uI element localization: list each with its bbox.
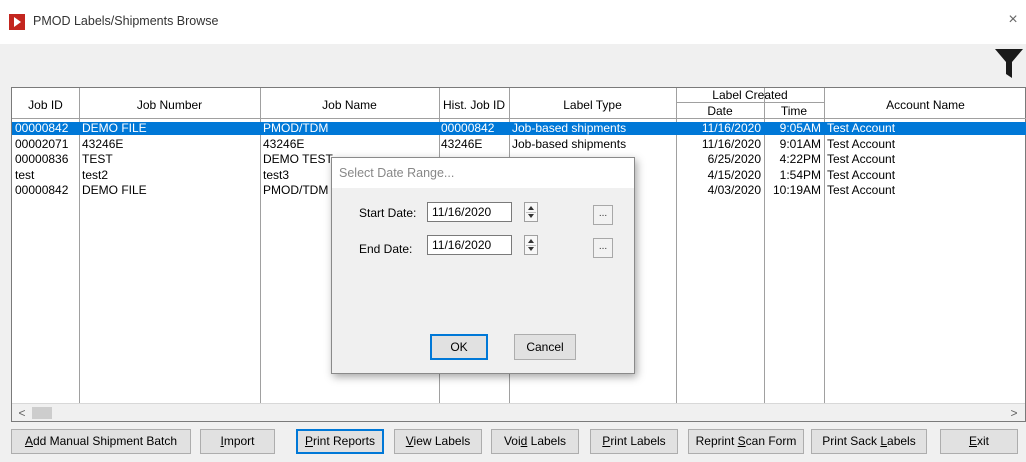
print-reports-mnemonic: P <box>304 434 313 448</box>
header-label-type[interactable]: Label Type <box>509 98 676 112</box>
print-labels-button[interactable]: Print Labels <box>590 429 678 454</box>
cell-account: Test Account <box>827 121 896 135</box>
cell-label-type: Job-based shipments <box>512 136 627 151</box>
cell-time: 9:01AM <box>779 136 821 151</box>
reprint-scan-form-button[interactable]: Reprint Scan Form <box>688 429 804 454</box>
cell-date: 4/03/2020 <box>707 183 761 197</box>
cell-job-id: test <box>15 167 35 182</box>
reprint-scan-pre: Reprint <box>695 434 738 448</box>
cell-job-id: 00000842 <box>15 121 69 135</box>
print-sack-pre: Print Sack <box>822 434 881 448</box>
pmod-app-icon <box>9 14 25 30</box>
cell-account: Test Account <box>827 167 896 182</box>
start-date-picker-button[interactable]: ... <box>593 205 613 225</box>
header-date[interactable]: Date <box>676 104 764 118</box>
print-sack-labels-button[interactable]: Print Sack Labels <box>811 429 927 454</box>
cell-job-id: 00002071 <box>15 136 69 151</box>
import-button[interactable]: Import <box>200 429 275 454</box>
cell-date: 6/25/2020 <box>707 152 761 166</box>
cell-hist-job-id: 43246E <box>441 136 483 151</box>
horizontal-scrollbar[interactable]: < > <box>12 403 1025 421</box>
reprint-scan-rest: can Form <box>745 434 797 448</box>
header-hist-job-id[interactable]: Hist. Job ID <box>439 98 509 112</box>
view-labels-rest: iew Labels <box>413 434 471 448</box>
cell-job-number: test2 <box>82 167 109 182</box>
header-job-id[interactable]: Job ID <box>12 98 79 112</box>
cell-job-number: TEST <box>82 152 113 166</box>
cell-job-number: 43246E <box>82 136 124 151</box>
header-account-name[interactable]: Account Name <box>824 98 1026 112</box>
view-labels-button[interactable]: View Labels <box>394 429 482 454</box>
print-labels-rest: rint Labels <box>610 434 666 448</box>
start-date-input[interactable]: 11/16/2020 <box>427 202 512 222</box>
cell-hist-job-id: 00000842 <box>441 121 495 135</box>
cell-date: 4/15/2020 <box>707 167 761 182</box>
end-date-label: End Date: <box>359 242 413 256</box>
cell-account: Test Account <box>827 136 896 151</box>
close-icon[interactable]: × <box>1006 11 1020 29</box>
print-reports-button[interactable]: Print Reports <box>296 429 384 454</box>
filter-icon[interactable] <box>994 45 1024 81</box>
date-range-dialog: Select Date Range... Start Date: 11/16/2… <box>331 157 635 374</box>
header-time[interactable]: Time <box>764 104 824 118</box>
scroll-thumb[interactable] <box>32 407 52 419</box>
add-manual-rest: dd Manual Shipment Batch <box>32 434 178 448</box>
exit-rest: xit <box>977 434 989 448</box>
ok-button[interactable]: OK <box>430 334 488 360</box>
cell-label-type: Job-based shipments <box>512 121 627 135</box>
cell-time: 4:22PM <box>779 152 821 166</box>
print-sack-mnemonic: L <box>880 434 888 448</box>
cell-time: 1:54PM <box>779 167 821 182</box>
header-job-name[interactable]: Job Name <box>260 98 439 112</box>
add-manual-mnemonic: A <box>24 434 33 448</box>
start-date-label: Start Date: <box>359 206 417 220</box>
cell-job-number: DEMO FILE <box>82 183 147 197</box>
window-title: PMOD Labels/Shipments Browse <box>33 14 219 28</box>
cell-time: 10:19AM <box>772 183 821 197</box>
print-sack-rest: abels <box>887 434 916 448</box>
cell-job-id: 00000842 <box>15 183 69 197</box>
cell-time: 9:05AM <box>779 121 821 135</box>
end-date-spinner[interactable] <box>524 235 538 255</box>
print-reports-rest: rint Reports <box>312 434 376 448</box>
void-labels-rest: Labels <box>527 434 567 448</box>
cell-date: 11/16/2020 <box>701 136 761 151</box>
reprint-scan-mnemonic: S <box>737 434 746 448</box>
import-rest: mport <box>223 434 255 448</box>
cell-job-name: 43246E <box>263 136 305 151</box>
cell-job-number: DEMO FILE <box>82 121 147 135</box>
cell-account: Test Account <box>827 183 896 197</box>
cancel-button[interactable]: Cancel <box>514 334 576 360</box>
exit-mnemonic: E <box>968 434 977 448</box>
scroll-right-arrow[interactable]: > <box>1006 405 1022 421</box>
header-label-created: Label Created <box>712 88 788 102</box>
cell-job-id: 00000836 <box>15 152 69 166</box>
void-labels-button[interactable]: Void Labels <box>491 429 579 454</box>
end-date-input[interactable]: 11/16/2020 <box>427 235 512 255</box>
scroll-left-arrow[interactable]: < <box>14 405 30 421</box>
cell-date: 11/16/2020 <box>701 121 761 135</box>
cell-account: Test Account <box>827 152 896 166</box>
add-manual-shipment-batch-button[interactable]: Add Manual Shipment Batch <box>11 429 191 454</box>
dialog-title: Select Date Range... <box>339 166 455 180</box>
exit-button[interactable]: Exit <box>940 429 1018 454</box>
end-date-picker-button[interactable]: ... <box>593 238 613 258</box>
cell-job-name: PMOD/TDM <box>263 121 329 135</box>
void-labels-pre: Voi <box>503 434 521 448</box>
view-labels-mnemonic: V <box>405 434 414 448</box>
header-job-number[interactable]: Job Number <box>79 98 260 112</box>
start-date-spinner[interactable] <box>524 202 538 222</box>
